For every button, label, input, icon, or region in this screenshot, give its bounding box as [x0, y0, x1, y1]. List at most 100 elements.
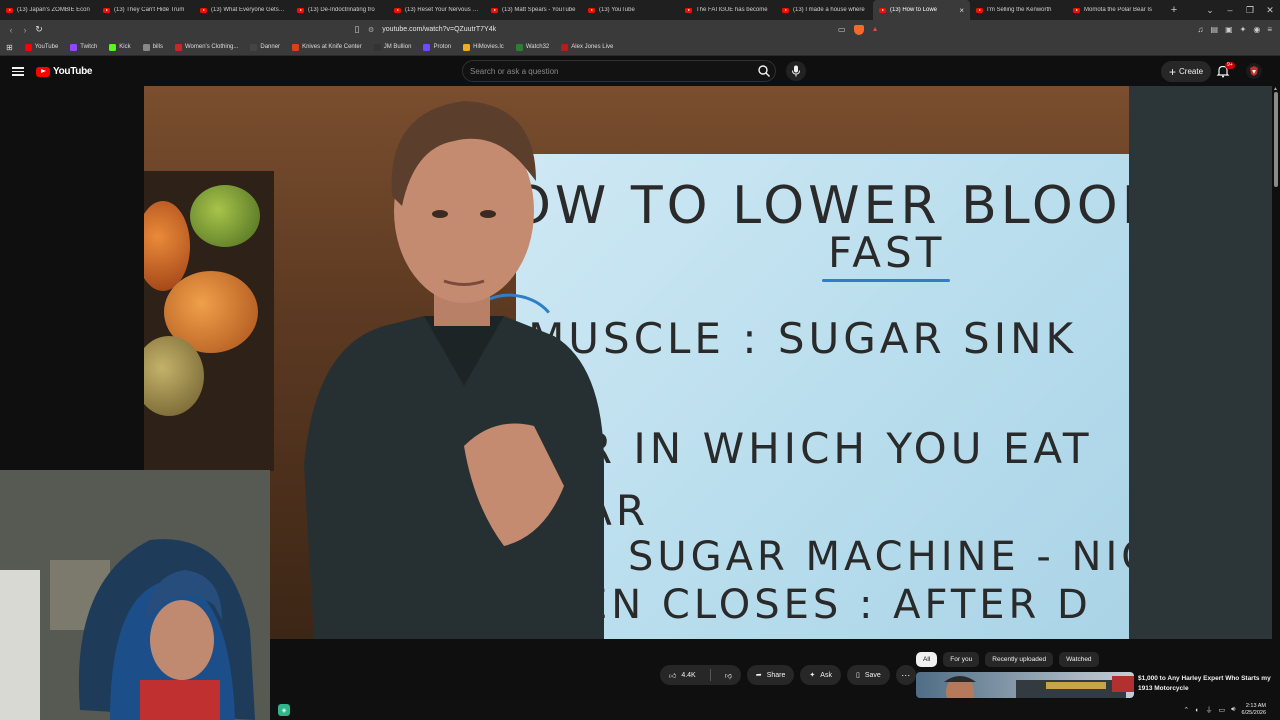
recommended-thumbnail[interactable]: [916, 672, 1134, 698]
sparkle-icon: ✦: [809, 672, 816, 679]
recommended-video[interactable]: $1,000 to Any Harley Expert Who Starts m…: [916, 672, 1272, 700]
tray-app-icon[interactable]: ◐: [1195, 707, 1199, 714]
close-window-button[interactable]: ✕: [1260, 5, 1280, 16]
bookmark-favicon-icon: [463, 43, 471, 51]
scrollbar-thumb[interactable]: [1274, 92, 1278, 187]
browser-tab[interactable]: I'm Selling the Kenworth: [970, 0, 1067, 20]
share-label: Share: [766, 671, 786, 679]
tab-label: (13) I made a house where: [793, 7, 865, 13]
tab-label: Momota the Polar Bear Is: [1084, 7, 1153, 13]
browser-tab[interactable]: (13) They Can't Hide Trum: [97, 0, 194, 20]
browser-tab[interactable]: (13) YouTube: [582, 0, 679, 20]
tab-label: (13) What Everyone Gets W: [211, 7, 285, 13]
youtube-logo[interactable]: YouTube: [36, 66, 93, 77]
save-button[interactable]: ▯ Save: [846, 665, 890, 685]
bookmark-favicon-icon: [373, 43, 381, 51]
page-scrollbar[interactable]: ▲ ▼: [1272, 86, 1280, 706]
taskbar-clock[interactable]: 2:13 AM 6/25/2026: [1242, 703, 1266, 717]
wallet-icon[interactable]: ▣: [1225, 25, 1233, 34]
bookmark-favicon-icon: [515, 43, 523, 51]
pumpkin-painting: [144, 171, 274, 471]
browser-tab[interactable]: The FATIGUE has become: [679, 0, 776, 20]
restore-button[interactable]: ❐: [1240, 5, 1260, 16]
bookmark-item[interactable]: Proton: [423, 43, 451, 51]
bookmark-item[interactable]: Twitch: [70, 43, 97, 51]
bookmark-label: Women's Clothing...: [184, 44, 239, 50]
filter-chip[interactable]: For you: [943, 652, 980, 667]
bookmark-icon[interactable]: ▯: [352, 24, 362, 35]
bookmark-item[interactable]: bills: [142, 43, 163, 51]
tab-close-icon[interactable]: ×: [956, 6, 964, 15]
browser-tab[interactable]: (13) Matt Spears - YouTube: [485, 0, 582, 20]
rewards-icon[interactable]: ▲: [872, 26, 879, 33]
bookmark-item[interactable]: Danner: [250, 43, 280, 51]
browser-tab[interactable]: (13) Reset Your Nervous Sy: [388, 0, 485, 20]
apps-icon[interactable]: ⊞: [6, 43, 13, 52]
extensions-icon[interactable]: ✦: [1240, 25, 1247, 34]
bookmark-favicon-icon: [174, 43, 182, 51]
bookmark-label: Alex Jones Live: [571, 44, 614, 50]
minimize-button[interactable]: –: [1220, 5, 1240, 16]
search-input[interactable]: [470, 66, 740, 76]
webcam-overlay: [0, 470, 270, 720]
bookmark-label: YouTube: [34, 44, 59, 50]
cast-icon[interactable]: ▭: [838, 25, 846, 34]
vpn-icon[interactable]: ◉: [1253, 25, 1260, 34]
bookmark-item[interactable]: Alex Jones Live: [561, 43, 614, 51]
tray-device-icon[interactable]: ⏚: [1205, 705, 1212, 715]
brave-shield-icon[interactable]: [853, 24, 864, 35]
url-field[interactable]: ⚙ youtube.com/watch?v=QZuutrT7Y4k: [368, 26, 838, 34]
ask-button[interactable]: ✦ Ask: [800, 665, 841, 685]
like-button[interactable]: 👍︎ 4.4K: [660, 665, 705, 685]
address-actions: ▭ ▲: [838, 24, 879, 35]
filter-chip[interactable]: Recently uploaded: [985, 652, 1054, 667]
share-button[interactable]: ➦ Share: [746, 665, 795, 685]
youtube-favicon-icon: [879, 7, 886, 13]
browser-tab[interactable]: (13) What Everyone Gets W: [194, 0, 291, 20]
youtube-favicon-icon: [976, 7, 983, 13]
new-tab-button[interactable]: +: [1164, 4, 1184, 16]
dislike-button[interactable]: 👎︎: [716, 665, 741, 685]
tab-search-icon[interactable]: ⌄: [1200, 5, 1220, 16]
video-player[interactable]: OW TO LOWER BLOOD FAST 7 MUSCLE : SUGAR …: [144, 86, 1129, 639]
bookmark-item[interactable]: Knives at Knife Center: [292, 43, 362, 51]
bookmark-favicon-icon: [142, 43, 150, 51]
taskbar-app-icon[interactable]: ◈: [278, 704, 290, 716]
back-button[interactable]: ‹: [4, 25, 18, 35]
forward-button[interactable]: ›: [18, 25, 32, 35]
bookmark-item[interactable]: Watch32: [515, 43, 549, 51]
sidebar-icon[interactable]: ▤: [1211, 25, 1219, 34]
network-icon[interactable]: ▭: [1218, 706, 1225, 714]
reload-button[interactable]: ↻: [32, 24, 46, 35]
browser-tab[interactable]: (13) Japan's ZOMBIE Econ: [0, 0, 97, 20]
menu-icon[interactable]: ≡: [1267, 25, 1272, 34]
bookmark-item[interactable]: YouTube: [24, 43, 59, 51]
browser-tab[interactable]: Momota the Polar Bear Is: [1067, 0, 1164, 20]
bookmark-save-icon: ▯: [855, 672, 860, 679]
tray-chevron-icon[interactable]: ⌃: [1183, 706, 1189, 714]
tab-label: (13) Matt Spears - YouTube: [502, 7, 576, 13]
theater-side-pane: [1129, 86, 1272, 639]
bookmark-item[interactable]: JM Bullion: [373, 43, 411, 51]
bookmark-item[interactable]: HiMovies.lc: [463, 43, 504, 51]
browser-tab[interactable]: (13) How to Lowe ×: [873, 0, 970, 20]
more-actions-button[interactable]: ⋯: [895, 665, 916, 685]
create-button[interactable]: + Create: [1161, 61, 1212, 82]
site-info-icon[interactable]: ⚙: [368, 26, 374, 34]
browser-tab[interactable]: (13) I made a house where: [776, 0, 873, 20]
filter-chip[interactable]: All: [916, 652, 938, 667]
filter-chip[interactable]: Watched: [1059, 652, 1099, 667]
address-bar: ‹ › ↻ ▯ ⚙ youtube.com/watch?v=QZuutrT7Y4…: [0, 20, 1280, 39]
tab-label: (13) Reset Your Nervous Sy: [405, 7, 479, 13]
browser-tab[interactable]: (13) De-Indoctrinating fro: [291, 0, 388, 20]
voice-search-button[interactable]: [786, 61, 806, 81]
recommended-title[interactable]: $1,000 to Any Harley Expert Who Starts m…: [1138, 674, 1272, 694]
bookmark-item[interactable]: Kick: [109, 43, 131, 51]
volume-icon[interactable]: 🔊︎: [1231, 706, 1235, 714]
search-icon[interactable]: [757, 64, 771, 78]
account-avatar[interactable]: [1246, 63, 1262, 79]
hamburger-menu-icon[interactable]: [12, 67, 24, 76]
bookmark-item[interactable]: Women's Clothing...: [174, 43, 239, 51]
media-icon[interactable]: ♫: [1198, 25, 1204, 34]
create-label: Create: [1179, 67, 1204, 76]
